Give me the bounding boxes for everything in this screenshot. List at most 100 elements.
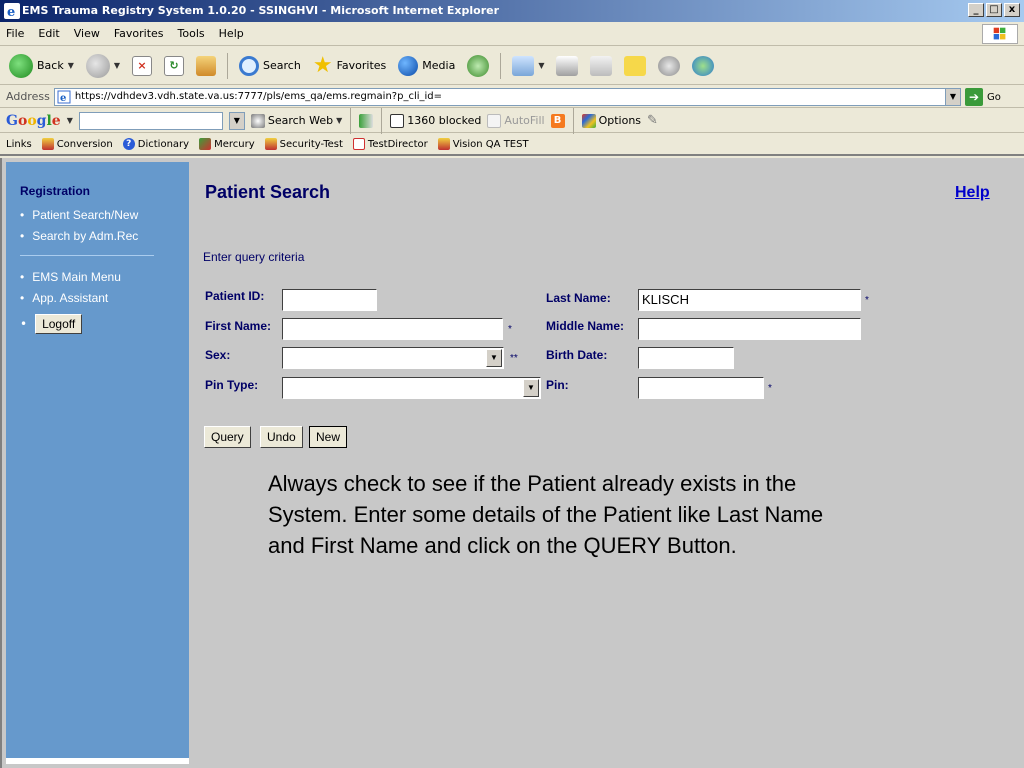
discuss-button[interactable] — [655, 51, 683, 81]
search-web-label: Search Web — [267, 114, 334, 127]
menu-edit[interactable]: Edit — [38, 27, 59, 40]
query-button[interactable]: Query — [204, 426, 251, 448]
last-name-input[interactable]: KLISCH — [638, 289, 861, 311]
go-button[interactable]: ➔ Go — [965, 88, 1001, 106]
mail-dropdown-icon[interactable]: ▼ — [538, 61, 544, 70]
undo-button[interactable]: Undo — [260, 426, 303, 448]
window-title: EMS Trauma Registry System 1.0.20 - SSIN… — [22, 4, 500, 17]
forward-arrow-icon — [85, 53, 110, 78]
history-button[interactable] — [464, 51, 492, 81]
history-icon — [467, 54, 490, 77]
help-link[interactable]: Help — [955, 184, 990, 202]
menu-file[interactable]: File — [6, 27, 24, 40]
birth-date-label: Birth Date: — [546, 348, 608, 362]
search-icon — [239, 55, 260, 76]
back-dropdown-icon[interactable]: ▼ — [68, 61, 74, 70]
favorites-button[interactable]: ★ Favorites — [310, 51, 389, 81]
minimize-button[interactable]: _ — [968, 3, 984, 17]
sex-label: Sex: — [205, 348, 231, 362]
birth-date-input[interactable] — [638, 347, 734, 369]
sex-select[interactable]: ▼ — [282, 347, 504, 369]
edit-button[interactable] — [587, 51, 615, 81]
home-button[interactable] — [193, 51, 219, 81]
options-label: Options — [598, 114, 642, 127]
back-button[interactable]: Back ▼ — [6, 51, 77, 81]
link-security-test[interactable]: Security-Test — [264, 138, 343, 150]
maximize-button[interactable]: □ — [986, 3, 1002, 17]
required-marker: * — [768, 383, 772, 394]
pagerank-button[interactable] — [359, 113, 374, 128]
link-testdirector[interactable]: TestDirector — [352, 138, 428, 150]
address-input[interactable]: e https://vdhdev3.vdh.state.va.us:7777/p… — [53, 87, 954, 106]
new-button[interactable]: New — [309, 426, 348, 448]
highlight-button[interactable]: ✎ — [647, 113, 658, 128]
address-dropdown-button[interactable]: ▼ — [945, 88, 961, 106]
refresh-button[interactable]: ↻ — [161, 51, 187, 81]
sidebar-scroll-bottom — [6, 758, 189, 764]
stop-button[interactable]: × — [129, 51, 155, 81]
notes-button[interactable] — [621, 51, 649, 81]
patient-id-label: Patient ID: — [205, 289, 265, 303]
mail-button[interactable]: ▼ — [509, 51, 547, 81]
menu-favorites[interactable]: Favorites — [114, 27, 164, 40]
search-web-dropdown-icon[interactable]: ▼ — [336, 116, 342, 125]
google-toolbar: Google ▼ ▼ Search Web ▼ 1360 blocked Aut… — [0, 107, 1024, 134]
forward-button[interactable]: ▼ — [83, 51, 123, 81]
forward-dropdown-icon[interactable]: ▼ — [114, 61, 120, 70]
google-search-input[interactable] — [78, 111, 223, 130]
link-dictionary[interactable]: ? Dictionary — [122, 138, 189, 150]
link-mercury[interactable]: Mercury — [199, 138, 255, 150]
logoff-button[interactable]: Logoff — [35, 314, 83, 334]
internet-explorer-icon: e — [4, 3, 20, 19]
menu-tools[interactable]: Tools — [178, 27, 205, 40]
sidebar-item-app-assistant[interactable]: App. Assistant — [20, 287, 121, 308]
window-title-bar[interactable]: e EMS Trauma Registry System 1.0.20 - SS… — [0, 0, 1024, 22]
back-label: Back — [37, 59, 64, 72]
menu-help[interactable]: Help — [219, 27, 244, 40]
dropdown-arrow-icon[interactable]: ▼ — [523, 379, 539, 397]
back-arrow-icon — [9, 53, 33, 78]
edit-page-icon — [590, 55, 613, 76]
page-icon: e — [57, 90, 71, 104]
link-label: Vision QA TEST — [452, 138, 529, 150]
autofill-button[interactable]: AutoFill — [487, 113, 545, 128]
popup-blocker-icon — [390, 113, 405, 128]
media-button[interactable]: Media — [395, 51, 458, 81]
search-button[interactable]: Search — [236, 51, 304, 81]
last-name-label: Last Name: — [546, 291, 611, 305]
media-icon — [398, 55, 419, 76]
dropdown-arrow-icon[interactable]: ▼ — [486, 349, 502, 367]
highlighter-icon: ✎ — [647, 113, 658, 128]
options-button[interactable]: Options — [581, 113, 642, 128]
google-search-dropdown[interactable]: ▼ — [228, 111, 245, 130]
sidebar-group-navigation: EMS Main Menu App. Assistant — [20, 266, 121, 308]
favorites-star-icon: ★ — [312, 53, 333, 78]
google-menu-dropdown-icon[interactable]: ▼ — [67, 116, 73, 125]
pin-input[interactable] — [638, 377, 764, 399]
sidebar-item-patient-search-new[interactable]: Patient Search/New — [20, 204, 138, 225]
sidebar-heading: Registration — [20, 184, 91, 198]
go-label: Go — [987, 91, 1001, 103]
pin-type-select[interactable]: ▼ — [282, 377, 541, 399]
close-button[interactable]: x — [1004, 3, 1020, 17]
search-web-button[interactable]: Search Web ▼ — [250, 113, 342, 128]
link-vision-qa-test[interactable]: Vision QA TEST — [437, 138, 529, 150]
blogger-icon: B — [550, 113, 565, 128]
sidebar-item-ems-main-menu[interactable]: EMS Main Menu — [20, 266, 121, 287]
home-icon — [196, 55, 217, 76]
link-conversion[interactable]: Conversion — [41, 138, 113, 150]
windows-flag-icon — [982, 24, 1018, 44]
page-title: Patient Search — [205, 182, 331, 202]
popup-blocker-button[interactable]: 1360 blocked — [390, 113, 481, 128]
patient-id-input[interactable] — [282, 289, 377, 311]
google-logo[interactable]: Google — [6, 113, 61, 129]
print-button[interactable] — [553, 51, 581, 81]
blogger-button[interactable]: B — [550, 113, 565, 128]
sidebar-item-search-by-adm-rec[interactable]: Search by Adm.Rec — [20, 225, 138, 246]
menu-view[interactable]: View — [74, 27, 100, 40]
google-toolbar-separator — [350, 107, 352, 134]
middle-name-input[interactable] — [638, 318, 861, 340]
autofill-icon — [487, 113, 502, 128]
first-name-input[interactable] — [282, 318, 503, 340]
messenger-button[interactable] — [689, 51, 717, 81]
